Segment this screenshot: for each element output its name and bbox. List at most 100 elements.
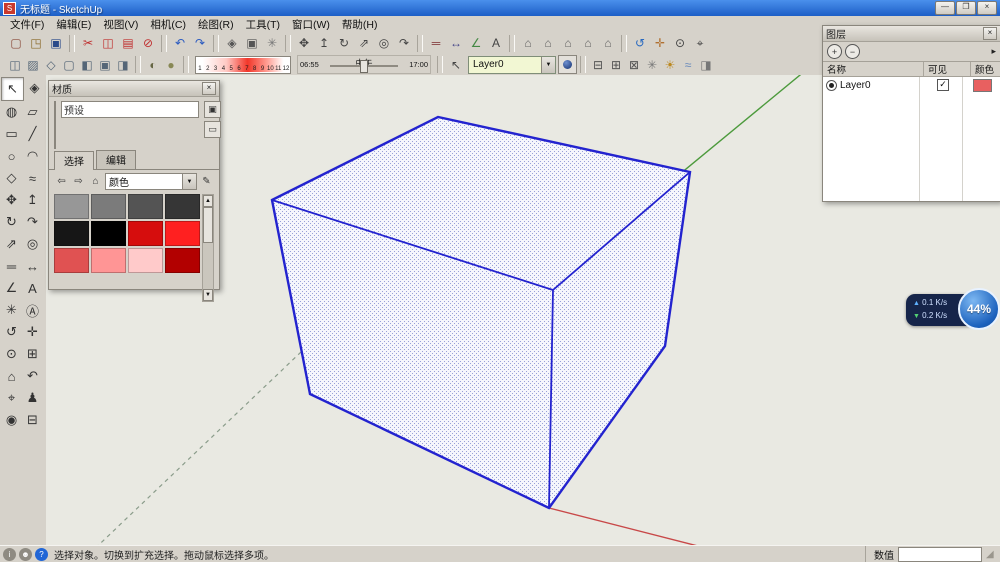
open-file-button[interactable]: ◳ — [26, 34, 46, 53]
color-swatch[interactable] — [128, 248, 163, 273]
menu-item[interactable]: 绘图(R) — [192, 16, 240, 33]
section-display-button[interactable]: ⊞ — [607, 55, 625, 74]
column-visible[interactable]: 可见 — [924, 62, 971, 76]
help-icon[interactable]: ? — [35, 548, 48, 561]
active-layer-radio[interactable] — [826, 80, 837, 91]
view-front-button[interactable]: ⌂ — [558, 34, 578, 53]
make-component-tool-button[interactable]: ◈ — [24, 77, 45, 99]
color-swatch[interactable] — [165, 248, 200, 273]
tape-measure-button[interactable]: ═ — [426, 34, 446, 53]
scroll-up-icon[interactable]: ▲ — [203, 195, 213, 207]
text-tool-button[interactable]: A — [486, 34, 506, 53]
maximize-button[interactable]: ❐ — [956, 1, 976, 15]
orbit-tool-button[interactable]: ↺ — [630, 34, 650, 53]
paste-button[interactable]: ▤ — [118, 34, 138, 53]
paint-bucket-tool-button[interactable]: ◍ — [1, 101, 22, 123]
time-slider-thumb[interactable] — [360, 60, 368, 73]
color-swatch[interactable] — [91, 194, 126, 219]
rectangle-tool-button[interactable]: ▭ — [1, 123, 22, 145]
color-swatch[interactable] — [128, 194, 163, 219]
color-swatch[interactable] — [91, 221, 126, 246]
rotate-tool-button[interactable]: ↻ — [1, 211, 22, 233]
column-color[interactable]: 颜色 — [971, 62, 1000, 76]
push-pull-tool-button[interactable]: ↥ — [314, 34, 334, 53]
menu-item[interactable]: 工具(T) — [240, 16, 286, 33]
chevron-down-icon[interactable]: ▼ — [541, 57, 555, 73]
make-group-button[interactable]: ▣ — [242, 34, 262, 53]
shadow-time-slider[interactable]: 06:55 中午 17:00 — [297, 55, 431, 74]
follow-me-tool-button[interactable]: ↷ — [22, 211, 43, 233]
zoom-tool-button[interactable]: ⊙ — [670, 34, 690, 53]
wireframe-style-button[interactable]: ◇ — [42, 55, 60, 74]
shadow-dialog-button[interactable]: ◐ — [144, 55, 162, 74]
home-icon[interactable]: ⌂ — [88, 175, 103, 189]
visible-checkbox[interactable]: ✓ — [937, 79, 949, 91]
menu-item[interactable]: 编辑(E) — [50, 16, 97, 33]
back-edges-style-button[interactable]: ▨ — [24, 55, 42, 74]
resize-grip-icon[interactable]: ◢ — [986, 548, 996, 561]
scale-tool-button[interactable]: ⇗ — [1, 233, 22, 255]
arc-tool-button[interactable]: ◠ — [22, 145, 43, 167]
active-layer-select[interactable]: Layer0 ▼ — [468, 56, 556, 74]
sample-paint-button[interactable]: ▭ — [204, 121, 221, 138]
freehand-tool-button[interactable]: ≈ — [22, 167, 43, 189]
layer-row[interactable]: Layer0 ✓ — [823, 77, 1000, 93]
text-tool-button[interactable]: A — [22, 277, 43, 299]
measurements-input[interactable] — [898, 547, 982, 562]
scale-tool-button[interactable]: ⇗ — [354, 34, 374, 53]
shaded-textures-style-button[interactable]: ▣ — [96, 55, 114, 74]
color-swatch[interactable] — [91, 248, 126, 273]
view-back-button[interactable]: ⌂ — [598, 34, 618, 53]
create-material-button[interactable]: ▣ — [204, 101, 221, 118]
sample-paint-icon[interactable]: ✎ — [199, 175, 214, 189]
hidden-line-style-button[interactable]: ▢ — [60, 55, 78, 74]
color-swatch[interactable] — [165, 194, 200, 219]
swatch-scrollbar[interactable]: ▲ ▼ — [202, 194, 214, 302]
move-tool-button[interactable]: ✥ — [294, 34, 314, 53]
progress-ring[interactable]: 44% — [958, 288, 1000, 330]
monochrome-style-button[interactable]: ◨ — [114, 55, 132, 74]
fog-button[interactable]: ≈ — [679, 55, 697, 74]
section-plane-tool-button[interactable]: ⊟ — [22, 409, 43, 431]
view-iso-button[interactable]: ⌂ — [518, 34, 538, 53]
chevron-down-icon[interactable]: ▼ — [182, 174, 196, 189]
zoom-window-tool-button[interactable]: ⊞ — [22, 343, 43, 365]
new-file-button[interactable]: ▢ — [6, 34, 26, 53]
axes-display-button[interactable]: ✳ — [643, 55, 661, 74]
color-swatch[interactable] — [54, 221, 89, 246]
cut-button[interactable]: ✂ — [78, 34, 98, 53]
previous-view-button[interactable]: ↶ — [22, 365, 43, 387]
look-around-button[interactable]: ◉ — [1, 409, 22, 431]
shadows-button[interactable]: ☀ — [661, 55, 679, 74]
menu-item[interactable]: 相机(C) — [144, 16, 192, 33]
section-cut-button[interactable]: ⊠ — [625, 55, 643, 74]
layer-color-chip[interactable] — [973, 79, 992, 92]
materials-tab[interactable]: 选择 — [54, 151, 94, 170]
offset-tool-button[interactable]: ◎ — [374, 34, 394, 53]
pan-tool-button[interactable]: ✛ — [22, 321, 43, 343]
user-icon[interactable]: ☻ — [19, 548, 32, 561]
materials-dialog-titlebar[interactable]: 材质 × — [49, 81, 219, 97]
shaded-style-button[interactable]: ◧ — [78, 55, 96, 74]
eraser-tool-button[interactable]: ▱ — [22, 101, 43, 123]
color-swatch[interactable] — [128, 221, 163, 246]
zoom-extents-button[interactable]: ⌖ — [690, 34, 710, 53]
menu-item[interactable]: 视图(V) — [97, 16, 144, 33]
view-top-button[interactable]: ⌂ — [538, 34, 558, 53]
select-tool-button[interactable]: ↖ — [1, 77, 24, 101]
erase-button[interactable]: ⊘ — [138, 34, 158, 53]
color-swatch[interactable] — [54, 194, 89, 219]
scrollbar-thumb[interactable] — [203, 207, 213, 243]
orbit-tool-button[interactable]: ↺ — [1, 321, 22, 343]
dimension-tool-button[interactable]: ↔ — [22, 255, 43, 277]
forward-arrow-icon[interactable]: ⇨ — [71, 175, 86, 189]
walk-tool-button[interactable]: ♟ — [22, 387, 43, 409]
view-right-button[interactable]: ⌂ — [578, 34, 598, 53]
push-pull-tool-button[interactable]: ↥ — [22, 189, 43, 211]
menu-item[interactable]: 文件(F) — [4, 16, 50, 33]
close-icon[interactable]: × — [202, 82, 216, 95]
layer-color-button[interactable] — [558, 55, 577, 74]
explode-button[interactable]: ✳ — [262, 34, 282, 53]
circle-tool-button[interactable]: ○ — [1, 145, 22, 167]
protractor-button[interactable]: ∠ — [466, 34, 486, 53]
